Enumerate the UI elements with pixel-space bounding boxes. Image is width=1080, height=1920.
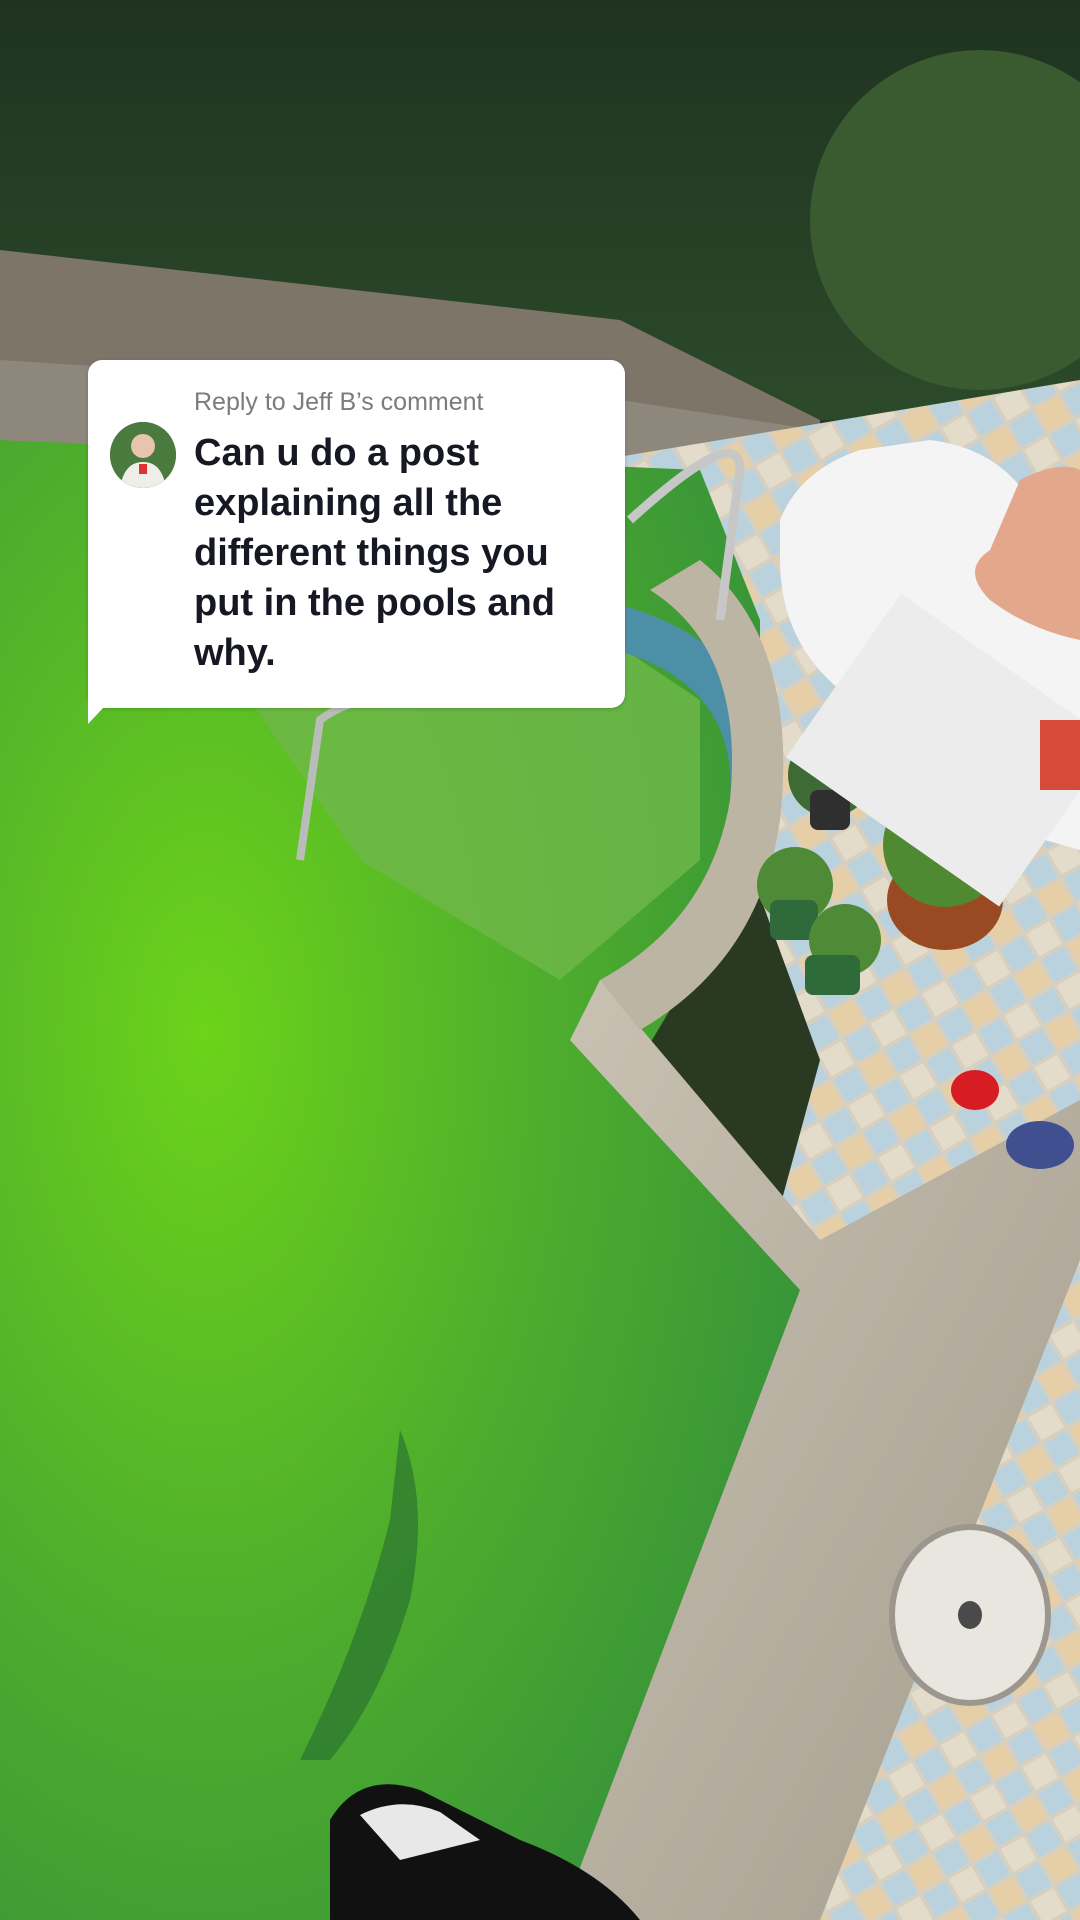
reply-comment-text: Can u do a post explaining all the diffe… bbox=[194, 432, 555, 674]
reply-header: Reply to Jeff B’s comment bbox=[194, 388, 484, 416]
reply-comment-sticker[interactable]: Reply to Jeff B’s comment Can u do a pos… bbox=[88, 360, 625, 708]
commenter-avatar[interactable] bbox=[110, 422, 176, 488]
reply-bubble-tail bbox=[88, 690, 120, 724]
video-screen[interactable]: Reply to Jeff B’s comment Can u do a pos… bbox=[0, 0, 1080, 1920]
video-frame bbox=[0, 0, 1080, 1920]
